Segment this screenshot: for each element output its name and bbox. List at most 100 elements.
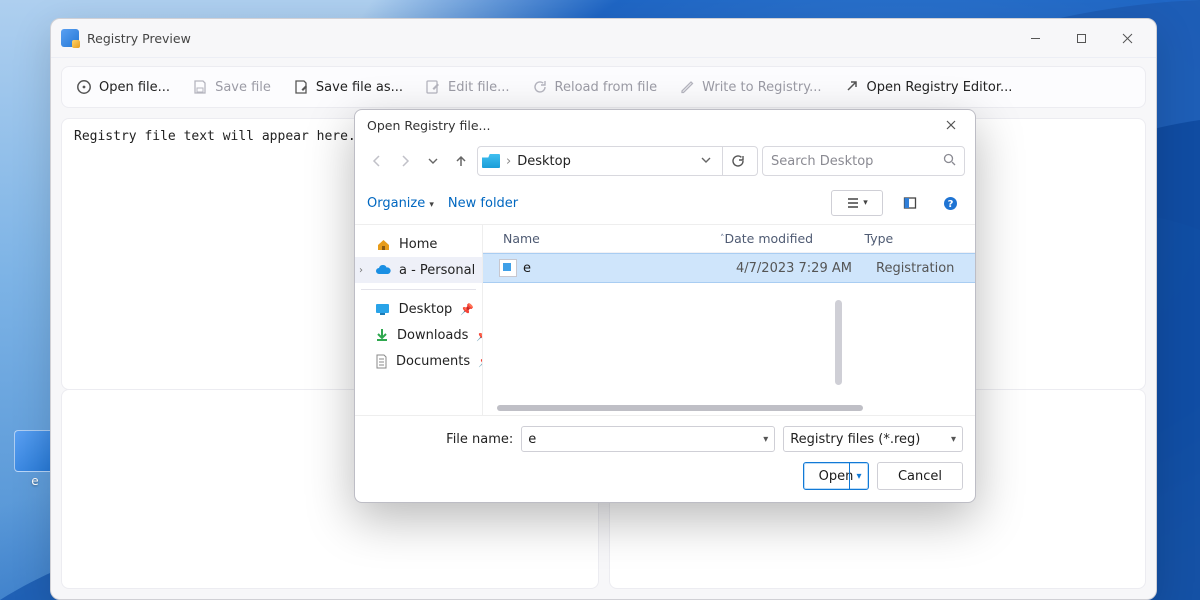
cloud-icon — [375, 262, 391, 278]
folder-icon — [482, 154, 500, 168]
sidebar-personal-label: a - Personal — [399, 263, 475, 278]
file-list: Name ˄ Date modified Type e 4/7/2023 7:2… — [483, 225, 975, 415]
edit-icon — [425, 79, 441, 95]
sidebar-scrollbar[interactable] — [835, 300, 842, 385]
sidebar-item-desktop[interactable]: Desktop 📌 — [355, 296, 482, 322]
breadcrumb[interactable]: › Desktop — [477, 146, 758, 176]
list-header: Name ˄ Date modified Type — [483, 225, 975, 253]
save-icon — [192, 79, 208, 95]
col-type[interactable]: Type — [865, 231, 976, 246]
toolbar: Open file... Save file Save file as... E… — [61, 66, 1146, 108]
sidebar-item-downloads[interactable]: Downloads 📌 — [355, 322, 482, 348]
filename-label: File name: — [367, 432, 513, 447]
preview-pane-button[interactable] — [897, 192, 923, 214]
new-folder-button[interactable]: New folder — [448, 196, 518, 211]
reload-label: Reload from file — [555, 80, 658, 95]
write-label: Write to Registry... — [702, 80, 821, 95]
filename-input[interactable]: e ▾ — [521, 426, 775, 452]
sidebar-item-personal[interactable]: › a - Personal — [355, 257, 482, 283]
filename-value: e — [528, 432, 536, 447]
open-button[interactable]: Open ▾ — [803, 462, 869, 490]
minimize-button[interactable] — [1012, 23, 1058, 53]
col-date[interactable]: Date modified — [725, 231, 865, 246]
help-button[interactable]: ? — [937, 192, 963, 214]
sidebar-documents-label: Documents — [396, 354, 470, 369]
sidebar-downloads-label: Downloads — [397, 328, 468, 343]
file-name: e — [523, 261, 736, 276]
file-type: Registration — [876, 261, 975, 276]
titlebar: Registry Preview — [51, 19, 1156, 58]
downloads-icon — [375, 327, 389, 343]
cancel-button[interactable]: Cancel — [877, 462, 963, 490]
open-file-button[interactable]: Open file... — [66, 73, 180, 101]
chevron-down-icon[interactable]: ▾ — [951, 434, 956, 445]
dialog-toolbar: Organize ▾ New folder ▾ ? — [355, 186, 975, 225]
breadcrumb-location: Desktop — [517, 154, 571, 169]
filetype-value: Registry files (*.reg) — [790, 432, 920, 447]
close-button[interactable] — [1104, 23, 1150, 53]
edit-file-button[interactable]: Edit file... — [415, 73, 520, 101]
write-icon — [679, 79, 695, 95]
dialog-body: Home › a - Personal Desktop 📌 — [355, 225, 975, 415]
chevron-down-icon[interactable]: ▾ — [849, 463, 868, 489]
view-mode-button[interactable]: ▾ — [831, 190, 883, 216]
pin-icon: 📌 — [460, 303, 474, 316]
home-icon — [375, 236, 391, 252]
nav-recent-button[interactable] — [421, 148, 445, 174]
dialog-sidebar: Home › a - Personal Desktop 📌 — [355, 225, 483, 415]
reload-icon — [532, 79, 548, 95]
dialog-nav: › Desktop Search Desktop — [355, 140, 975, 186]
desktop-folder-icon — [375, 301, 391, 317]
filetype-select[interactable]: Registry files (*.reg) ▾ — [783, 426, 963, 452]
search-placeholder: Search Desktop — [771, 154, 873, 169]
chevron-down-icon: ▾ — [429, 200, 434, 210]
reg-file-icon — [499, 259, 517, 277]
horizontal-scrollbar[interactable] — [497, 405, 863, 411]
open-editor-label: Open Registry Editor... — [866, 80, 1012, 95]
window-title: Registry Preview — [87, 31, 1012, 46]
placeholder-text: Registry file text will appear here. — [74, 129, 356, 144]
divider — [361, 289, 476, 290]
chevron-down-icon[interactable] — [695, 154, 717, 169]
write-button[interactable]: Write to Registry... — [669, 73, 831, 101]
dialog-title: Open Registry file... — [367, 118, 933, 133]
open-file-icon — [76, 79, 92, 95]
maximize-button[interactable] — [1058, 23, 1104, 53]
search-icon — [943, 153, 956, 170]
reload-button[interactable]: Reload from file — [522, 73, 668, 101]
chevron-right-icon: › — [359, 265, 363, 276]
sidebar-desktop-label: Desktop — [399, 302, 453, 317]
sidebar-home-label: Home — [399, 237, 437, 252]
col-name[interactable]: Name — [483, 231, 738, 246]
organize-menu[interactable]: Organize ▾ — [367, 196, 434, 211]
sidebar-item-home[interactable]: Home — [355, 231, 482, 257]
save-file-label: Save file — [215, 80, 271, 95]
dialog-titlebar: Open Registry file... — [355, 110, 975, 140]
nav-up-button[interactable] — [449, 148, 473, 174]
chevron-right-icon: › — [506, 154, 511, 169]
save-as-icon — [293, 79, 309, 95]
external-icon — [843, 79, 859, 95]
open-file-label: Open file... — [99, 80, 170, 95]
save-as-button[interactable]: Save file as... — [283, 73, 413, 101]
svg-text:?: ? — [947, 199, 953, 210]
list-item[interactable]: e 4/7/2023 7:29 AM Registration — [483, 253, 975, 283]
documents-icon — [375, 353, 388, 369]
dialog-close-button[interactable] — [933, 113, 969, 137]
chevron-down-icon[interactable]: ▾ — [763, 434, 768, 445]
refresh-button[interactable] — [722, 147, 753, 175]
sidebar-item-documents[interactable]: Documents 📌 — [355, 348, 482, 374]
open-editor-button[interactable]: Open Registry Editor... — [833, 73, 1022, 101]
search-input[interactable]: Search Desktop — [762, 146, 965, 176]
nav-forward-button[interactable] — [393, 148, 417, 174]
dialog-buttons: Open ▾ Cancel — [367, 462, 963, 490]
file-date: 4/7/2023 7:29 AM — [736, 261, 876, 276]
nav-back-button[interactable] — [365, 148, 389, 174]
save-file-button[interactable]: Save file — [182, 73, 281, 101]
pin-icon: 📌 — [476, 329, 483, 342]
app-icon — [61, 29, 79, 47]
open-file-dialog: Open Registry file... › Desktop — [354, 109, 976, 503]
edit-file-label: Edit file... — [448, 80, 510, 95]
dialog-footer: File name: e ▾ Registry files (*.reg) ▾ … — [355, 415, 975, 502]
filename-row: File name: e ▾ Registry files (*.reg) ▾ — [367, 426, 963, 452]
